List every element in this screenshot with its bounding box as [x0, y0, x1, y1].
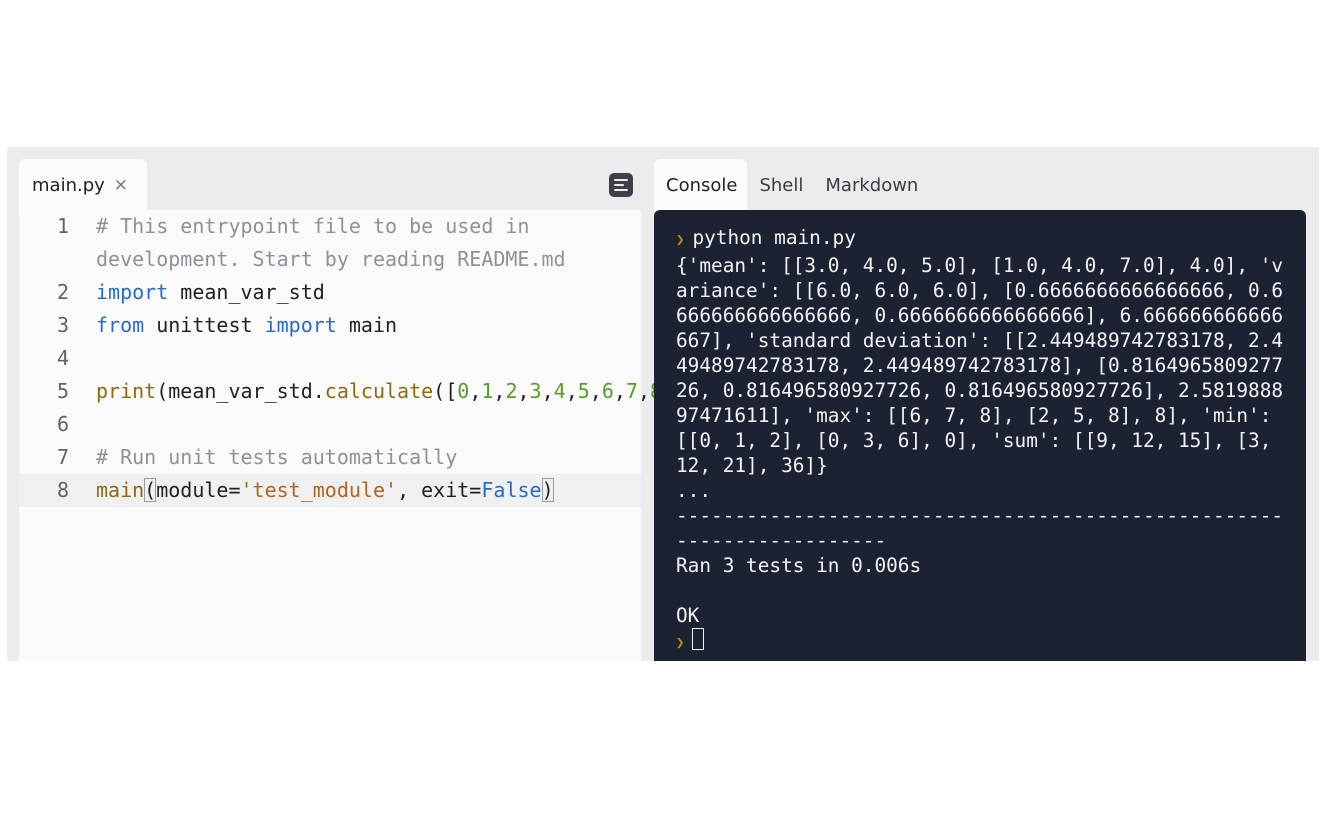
token-num: 5: [577, 379, 590, 403]
code-line[interactable]: 8 main(module='test_module', exit=False): [19, 474, 641, 507]
token-str: 'test_module': [240, 478, 398, 502]
code-line[interactable]: 7 # Run unit tests automatically: [19, 441, 641, 474]
token-plain: main: [336, 313, 398, 337]
code-line[interactable]: 1 # This entrypoint file to be used in de…: [19, 210, 641, 276]
token-fn: main: [96, 478, 145, 502]
command-line: ❯ python main.py: [676, 225, 1284, 253]
token-plain: ,: [493, 379, 506, 403]
line-number: 1: [56, 214, 69, 238]
token-num: 7: [625, 379, 638, 403]
token-plain: (mean_var_std.: [156, 379, 325, 403]
file-tab-main-py[interactable]: main.py ×: [19, 159, 147, 211]
test-dots: ...: [676, 479, 712, 502]
editor-pane: main.py × 1 # This entrypoint file to be …: [19, 159, 698, 661]
code-line[interactable]: 5 print(mean_var_std.calculate([0,1,2,3,4…: [19, 375, 698, 408]
token-kw: import: [96, 280, 169, 304]
terminal[interactable]: ❯ python main.py {'mean': [[3.0, 4.0, 5.0…: [654, 210, 1306, 661]
code-line[interactable]: 4: [19, 342, 641, 375]
token-bracket: (: [144, 478, 157, 502]
editor-tabbar: main.py ×: [19, 159, 641, 211]
line-number: 6: [56, 412, 69, 436]
token-fn: print: [96, 379, 157, 403]
code-line[interactable]: 6: [19, 408, 641, 441]
token-plain: ,: [565, 379, 578, 403]
code-text: # Run unit tests automatically: [96, 441, 636, 474]
token-num: 3: [529, 379, 542, 403]
separator: ----------------------------------------…: [676, 504, 1284, 552]
code-editor[interactable]: 1 # This entrypoint file to be used in de…: [19, 210, 698, 661]
code-text: from unittest import main: [96, 309, 636, 342]
code-text: main(module='test_module', exit=False): [96, 474, 636, 507]
token-num: 4: [553, 379, 566, 403]
line-number: 8: [56, 478, 69, 502]
token-plain: ,: [469, 379, 482, 403]
close-icon[interactable]: ×: [114, 175, 128, 195]
token-comment: # Run unit tests automatically: [96, 445, 458, 469]
code-text: print(mean_var_std.calculate([0,1,2,3,4,…: [96, 375, 698, 408]
token-bool: False: [481, 478, 542, 502]
text-cursor: [692, 628, 705, 650]
token-plain: module=: [156, 478, 241, 502]
token-fn: calculate: [324, 379, 434, 403]
token-plain: ,: [517, 379, 530, 403]
token-plain: ,: [589, 379, 602, 403]
console-tabbar: Console Shell Markdown: [654, 159, 928, 211]
code-text: import mean_var_std: [96, 276, 636, 309]
code-line[interactable]: 2 import mean_var_std: [19, 276, 641, 309]
token-plain: ([: [433, 379, 458, 403]
token-num: 2: [505, 379, 518, 403]
token-plain: ,: [637, 379, 651, 403]
token-plain: ,: [541, 379, 554, 403]
token-kw: import: [264, 313, 337, 337]
prompt-chevron-icon: ❯: [676, 635, 685, 651]
prompt-chevron-icon: ❯: [676, 232, 685, 248]
token-num: 1: [481, 379, 494, 403]
tab-console[interactable]: Console: [654, 159, 748, 211]
output-dict: {'mean': [[3.0, 4.0, 5.0], [1.0, 4.0, 7.…: [676, 254, 1284, 477]
token-plain: unittest: [144, 313, 265, 337]
token-comment: # This entrypoint file to be used in dev…: [96, 214, 566, 271]
token-num: 6: [601, 379, 614, 403]
line-number: 4: [56, 346, 69, 370]
token-plain: ,: [613, 379, 626, 403]
file-tab-label: main.py: [32, 174, 105, 196]
line-number: 2: [56, 280, 69, 304]
command-text: python main.py: [692, 226, 856, 249]
outline-icon[interactable]: [609, 173, 633, 197]
tab-markdown[interactable]: Markdown: [813, 159, 928, 211]
token-plain: , exit=: [397, 478, 482, 502]
test-summary: Ran 3 tests in 0.006s: [676, 554, 922, 577]
test-status: OK: [676, 604, 700, 627]
token-plain: mean_var_std: [168, 280, 325, 304]
workspace: main.py × 1 # This entrypoint file to be …: [7, 147, 1319, 661]
line-number: 5: [56, 379, 69, 403]
line-number: 3: [56, 313, 69, 337]
line-number: 7: [56, 445, 69, 469]
code-text: # This entrypoint file to be used in dev…: [96, 210, 636, 276]
console-pane: Console Shell Markdown ❯ python main.py {'m…: [654, 159, 1306, 661]
input-line[interactable]: ❯: [676, 628, 1284, 656]
tab-shell[interactable]: Shell: [747, 159, 813, 211]
token-bracket: ): [541, 478, 554, 502]
code-line[interactable]: 3 from unittest import main: [19, 309, 641, 342]
token-kw: from: [96, 313, 145, 337]
token-num: 0: [457, 379, 470, 403]
